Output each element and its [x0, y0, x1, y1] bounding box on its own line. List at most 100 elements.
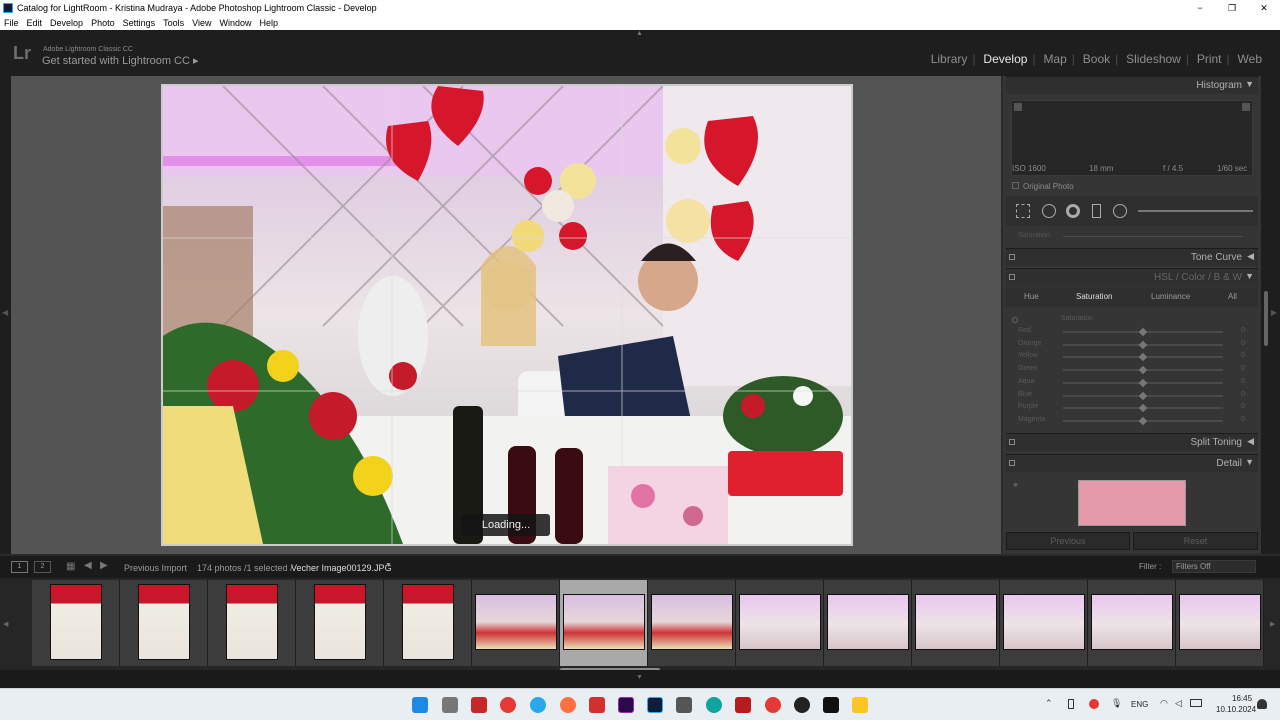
detail-target-icon[interactable]: ⌖ [1013, 480, 1018, 491]
photo-thumbnail[interactable] [475, 594, 557, 650]
top-panel-toggle-icon[interactable]: ▲ [636, 30, 643, 37]
radial-filter-icon[interactable] [1113, 204, 1127, 218]
task-view-icon[interactable] [442, 697, 458, 713]
hsl-slider-knob[interactable] [1138, 365, 1148, 375]
previous-button[interactable]: Previous [1006, 532, 1130, 550]
hsl-slider-value[interactable]: 0 [1241, 378, 1245, 385]
app-icon[interactable] [589, 697, 605, 713]
language-indicator[interactable]: ENG [1131, 700, 1148, 709]
split-toning-header[interactable]: Split Toning ◀ [1006, 433, 1258, 451]
histogram-header[interactable]: Histogram ▼ [1006, 76, 1258, 94]
filmstrip-cell[interactable] [1000, 580, 1088, 666]
module-map[interactable]: Map [1032, 52, 1074, 66]
hsl-slider-value[interactable]: 0 [1241, 340, 1245, 347]
graduated-filter-icon[interactable] [1092, 204, 1101, 218]
primary-window-button[interactable]: 1 [11, 561, 28, 573]
hsl-slider-knob[interactable] [1138, 378, 1148, 388]
tab-hue[interactable]: Hue [1024, 292, 1039, 301]
tab-saturation[interactable]: Saturation [1076, 292, 1112, 301]
filezilla-icon[interactable] [735, 697, 751, 713]
hsl-slider-knob[interactable] [1138, 416, 1148, 426]
filmstrip-cell[interactable] [32, 580, 120, 666]
filmstrip-cell[interactable] [472, 580, 560, 666]
shadow-clipping-icon[interactable] [1014, 103, 1022, 111]
filmstrip-cell[interactable] [1088, 580, 1176, 666]
panel-switch-icon[interactable] [1009, 460, 1015, 466]
targeted-adjustment-icon[interactable] [1012, 317, 1018, 323]
scroll-thumb[interactable] [1264, 291, 1268, 346]
adjustment-brush-slider[interactable] [1138, 210, 1253, 212]
photo-thumbnail[interactable] [739, 594, 821, 650]
photo-thumbnail[interactable] [314, 584, 366, 660]
photo-thumbnail[interactable] [1091, 594, 1173, 650]
hsl-header[interactable]: HSL / Color / B & W ▼ [1006, 268, 1258, 286]
filmstrip-right-arrow-icon[interactable]: ▶ [1270, 620, 1275, 628]
right-panel-scrollbar[interactable]: ▶ [1261, 76, 1280, 554]
photo-thumbnail[interactable] [138, 584, 190, 660]
photo-thumbnail[interactable] [1003, 594, 1085, 650]
hsl-slider-knob[interactable] [1138, 403, 1148, 413]
windows-start-icon[interactable] [412, 697, 428, 713]
close-button[interactable]: ✕ [1248, 0, 1280, 16]
app-icon[interactable] [823, 697, 839, 713]
hsl-slider-knob[interactable] [1138, 391, 1148, 400]
clock-date[interactable]: 10.10.2024 [1216, 705, 1256, 714]
menu-window[interactable]: Window [220, 18, 252, 28]
hsl-slider-knob[interactable] [1138, 340, 1148, 349]
menu-develop[interactable]: Develop [50, 18, 83, 28]
hsl-slider-value[interactable]: 0 [1241, 403, 1245, 410]
premiere-icon[interactable] [618, 697, 634, 713]
photo-thumbnail[interactable] [563, 594, 645, 650]
filmstrip-left-arrow-icon[interactable]: ◀ [3, 620, 8, 628]
battery-icon[interactable] [1190, 699, 1202, 707]
menu-settings[interactable]: Settings [123, 18, 156, 28]
pdf-app-icon[interactable] [471, 697, 487, 713]
reset-button[interactable]: Reset [1133, 532, 1258, 550]
edge-icon[interactable] [706, 697, 722, 713]
filmstrip-cell[interactable] [1176, 580, 1264, 666]
filmstrip-cell[interactable] [824, 580, 912, 666]
main-photo[interactable] [161, 84, 853, 546]
minimize-button[interactable]: − [1184, 0, 1216, 16]
photo-thumbnail[interactable] [226, 584, 278, 660]
filmstrip-source[interactable]: Previous Import [124, 563, 187, 573]
panel-switch-icon[interactable] [1009, 274, 1015, 280]
filter-select[interactable]: Filters Off [1172, 560, 1256, 573]
filmstrip-cell[interactable] [560, 580, 648, 666]
menu-view[interactable]: View [192, 18, 211, 28]
file-explorer-icon[interactable] [852, 697, 868, 713]
hsl-slider-value[interactable]: 0 [1241, 327, 1245, 334]
selected-filename[interactable]: Vecher Image00129.JPG [291, 563, 392, 573]
module-slideshow[interactable]: Slideshow [1115, 52, 1189, 66]
detail-preview-image[interactable] [1078, 480, 1186, 526]
filmstrip[interactable]: ◀ ▶ [0, 578, 1280, 672]
lightroom-taskbar-icon[interactable] [647, 697, 663, 713]
menu-photo[interactable]: Photo [91, 18, 115, 28]
menu-help[interactable]: Help [260, 18, 279, 28]
module-book[interactable]: Book [1072, 52, 1118, 66]
clock-time[interactable]: 16:45 [1232, 694, 1252, 703]
filmstrip-cell[interactable] [384, 580, 472, 666]
tab-all[interactable]: All [1228, 292, 1237, 301]
original-photo-checkbox[interactable] [1012, 182, 1019, 189]
tab-luminance[interactable]: Luminance [1151, 292, 1190, 301]
hsl-slider-value[interactable]: 0 [1241, 416, 1245, 423]
module-print[interactable]: Print [1186, 52, 1230, 66]
wifi-icon[interactable]: ◠ [1160, 698, 1168, 709]
opera-icon[interactable] [765, 697, 781, 713]
hsl-slider-value[interactable]: 0 [1241, 365, 1245, 372]
grid-view-icon[interactable]: ▦ [66, 561, 75, 572]
detail-header[interactable]: Detail ▼ [1006, 454, 1258, 472]
module-web[interactable]: Web [1226, 52, 1270, 66]
module-library[interactable]: Library [923, 52, 976, 66]
volume-icon[interactable]: ◁ [1175, 698, 1182, 709]
filmstrip-cell[interactable] [208, 580, 296, 666]
menu-file[interactable]: File [4, 18, 19, 28]
bottom-panel-toggle-icon[interactable]: ▼ [636, 674, 643, 681]
filmstrip-cell[interactable] [648, 580, 736, 666]
crop-tool-icon[interactable] [1016, 204, 1030, 218]
forward-arrow-icon[interactable]: ▶ [100, 560, 108, 571]
photo-thumbnail[interactable] [402, 584, 454, 660]
photo-thumbnail[interactable] [827, 594, 909, 650]
filmstrip-cell[interactable] [736, 580, 824, 666]
